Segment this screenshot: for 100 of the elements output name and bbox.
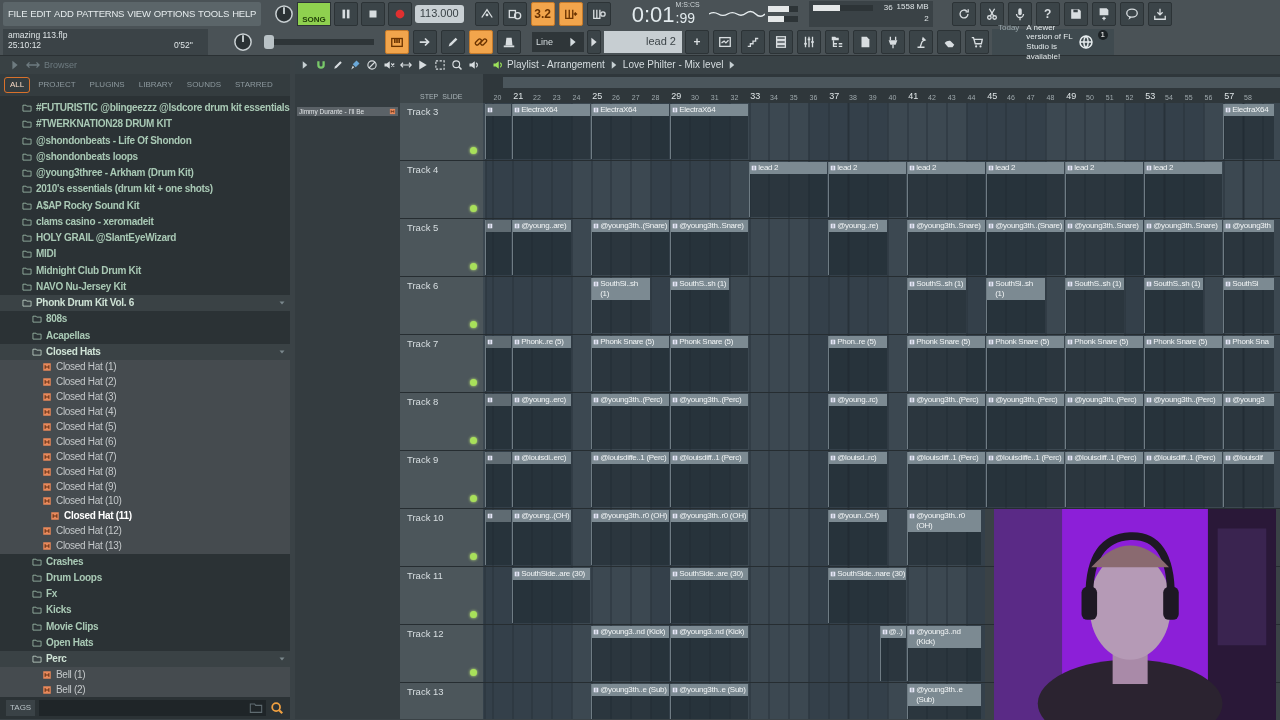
browser-tab[interactable]: SOUNDS [180,77,228,93]
track-header[interactable]: Track 6 [400,277,483,334]
menu-item[interactable]: OPTIONS [153,8,196,20]
track-led[interactable] [470,379,477,386]
toolbar-button[interactable] [909,30,933,54]
slider-thumb[interactable] [264,35,274,49]
pattern-clip[interactable]: @louisdiffe..1 (Perc) [986,452,1065,507]
pattern-clip[interactable] [484,394,512,449]
toolbar-button[interactable] [413,30,437,54]
toolbar-button[interactable] [1091,2,1116,26]
pattern-clip[interactable]: Phonk Snare (5) [670,336,749,391]
pattern-clip[interactable]: @..) [879,626,907,681]
track-led[interactable] [470,495,477,502]
toolbar-button[interactable] [586,2,611,26]
browser-tab[interactable]: ALL [4,77,31,93]
toolbar-button[interactable] [797,30,821,54]
pattern-clip[interactable]: @young..are) [512,220,571,275]
sample-item[interactable]: Closed Hat (10) [0,494,290,509]
menu-item[interactable]: HELP [232,8,257,20]
track-header[interactable]: Track 10 [400,509,483,566]
toolbar-button[interactable] [314,58,328,72]
toolbar-button[interactable] [558,2,583,26]
pattern-clip[interactable]: @young3th..r0 (OH) [670,510,749,565]
pattern-clip[interactable]: @young3..nd (Kick) [907,626,982,681]
track-led[interactable] [470,669,477,676]
track-led[interactable] [470,147,477,154]
toolbar-button[interactable] [433,58,447,72]
toolbar-button[interactable] [965,30,989,54]
track-header[interactable]: Track 3 [400,103,483,160]
track-led[interactable] [470,611,477,618]
pattern-clip[interactable]: SouthSide..are (30) [670,568,749,623]
pattern-clip[interactable]: @young..rc) [828,394,887,449]
overview-scrollbar[interactable] [503,77,1280,88]
pattern-clip[interactable]: @young3th..(Perc) [591,394,670,449]
toolbar-button[interactable]: ? [1035,2,1060,26]
sample-item[interactable]: Closed Hat (8) [0,464,290,480]
pattern-clip[interactable]: Phonk Snare (5) [907,336,986,391]
toolbar-button[interactable] [1147,2,1172,26]
browser-tab[interactable]: LIBRARY [132,77,179,93]
toolbar-button[interactable] [474,2,499,26]
stop-button[interactable] [360,2,385,26]
pattern-clip[interactable]: @young..erc) [512,394,571,449]
song-mode-button[interactable]: SONG [297,2,331,26]
sample-item[interactable]: Closed Hat (1) [0,360,290,375]
pattern-clip[interactable]: Phonk Snare (5) [986,336,1065,391]
pattern-clip[interactable]: @young3th..r0 (OH) [591,510,670,565]
tags-field[interactable] [39,700,266,716]
toolbar-button[interactable] [331,58,345,72]
toolbar-button[interactable] [1007,2,1032,26]
browser-tab[interactable]: PLUGINS [83,77,131,93]
toolbar-button[interactable] [825,30,849,54]
pattern-clip[interactable]: SouthSi..sh (1) [591,278,650,333]
pattern-clip[interactable]: @louisdiffe..1 (Perc) [591,452,670,507]
folder-item[interactable]: Phonk Drum Kit Vol. 6 [0,295,290,312]
toolbar-button[interactable] [951,2,976,26]
toolbar-button[interactable] [713,30,737,54]
toolbar-button[interactable] [497,30,521,54]
toolbar-button[interactable] [385,30,409,54]
pattern-clip[interactable] [484,220,512,275]
toolbar-button[interactable] [502,2,527,26]
pattern-clip[interactable]: @young3th..(Perc) [986,394,1065,449]
pattern-clip[interactable]: SouthS..sh (1) [1144,278,1203,333]
pattern-clip[interactable]: SouthS..sh (1) [1065,278,1124,333]
pattern-clip[interactable]: @young3..nd (Kick) [591,626,670,681]
tempo-display[interactable]: 113.000 [414,5,464,23]
track-header[interactable]: Track 12 [400,625,483,682]
menu-item[interactable]: EDIT [30,8,52,20]
toolbar-button[interactable] [937,30,961,54]
sample-item[interactable]: Bell (1) [0,667,290,683]
toolbar-button[interactable] [741,30,765,54]
track-led[interactable] [470,437,477,444]
pattern-clip[interactable]: @young3th..r0 (OH) [907,510,982,565]
browser-tab[interactable]: STARRED [229,77,279,93]
pattern-clip[interactable]: @young3th..(Snare) [591,220,670,275]
pattern-clip[interactable]: @young3th..Snare) [670,220,749,275]
pattern-clip[interactable] [484,104,512,159]
toolbar-button[interactable] [881,30,905,54]
toolbar-button[interactable] [441,30,465,54]
pattern-clip[interactable]: @louisd..rc) [828,452,887,507]
pattern-clip[interactable]: @young3th..e (Sub) [907,684,982,719]
pattern-clip[interactable]: Phonk..re (5) [512,336,571,391]
pattern-clip[interactable]: Phon..re (5) [828,336,887,391]
pattern-clip[interactable]: SouthS..sh (1) [907,278,966,333]
play-button[interactable] [333,2,358,26]
track-header[interactable]: Track 4 [400,161,483,218]
pattern-clip[interactable]: ElectraX64 [512,104,591,159]
pattern-clip[interactable]: @louisdiff..1 (Perc) [907,452,986,507]
pattern-clip[interactable]: @young3 [1223,394,1274,449]
pattern-clip[interactable]: @young3th..(Perc) [907,394,986,449]
pattern-clip[interactable]: SouthSi..sh (1) [986,278,1045,333]
track-header[interactable]: Track 13 [400,683,483,719]
pattern-clip[interactable]: lead 2 [1065,162,1144,217]
pattern-clip[interactable]: @young3th..Snare) [1065,220,1144,275]
sample-item[interactable]: Bell (2) [0,682,290,697]
browser-tab[interactable]: PROJECT [32,77,82,93]
track-header[interactable]: Track 5 [400,219,483,276]
pattern-clip[interactable]: @young3th..e (Sub) [670,684,749,719]
track-led[interactable] [470,263,477,270]
snap-dropdown[interactable]: Line [532,32,584,52]
toolbar-button[interactable] [979,2,1004,26]
